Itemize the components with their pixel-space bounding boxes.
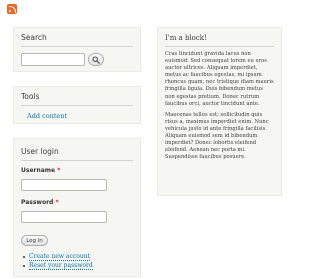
block-paragraph-2: Maecenas tellus est; sollicitudin quis r… — [165, 111, 269, 161]
password-field[interactable] — [21, 210, 107, 223]
required-marker: * — [55, 199, 59, 206]
login-title: User login — [21, 147, 133, 161]
reset-password-link[interactable]: Reset your password — [29, 262, 93, 270]
search-input[interactable] — [21, 53, 85, 66]
login-button[interactable]: Log in — [21, 235, 48, 246]
tools-block: Tools Add content — [13, 86, 141, 124]
list-item: Create new account — [21, 252, 133, 261]
username-label-text: Username — [21, 167, 56, 174]
add-content-link[interactable]: Add content — [27, 112, 133, 120]
user-login-block: User login Username * Password * Log in … — [13, 138, 141, 277]
block-paragraph-1: Cras tincidunt gravida lacus non euismod… — [165, 51, 274, 107]
custom-block-title: I'm a block! — [165, 34, 274, 47]
custom-block: I'm a block! Cras tincidunt gravida lacu… — [157, 27, 282, 196]
search-button[interactable] — [88, 53, 104, 66]
search-title: Search — [21, 33, 133, 47]
search-form — [21, 53, 133, 66]
rss-feed-icon[interactable] — [7, 4, 17, 14]
username-field[interactable] — [21, 178, 107, 191]
search-block: Search — [13, 27, 141, 72]
create-account-link[interactable]: Create new account — [29, 253, 90, 261]
list-item: Reset your password — [21, 261, 133, 270]
tools-title: Tools — [21, 92, 133, 106]
magnifier-icon — [92, 55, 100, 64]
password-label: Password * — [21, 199, 133, 206]
password-label-text: Password — [21, 199, 54, 206]
login-links: Create new account Reset your password — [21, 252, 133, 270]
required-marker: * — [57, 167, 61, 174]
username-label: Username * — [21, 167, 133, 174]
